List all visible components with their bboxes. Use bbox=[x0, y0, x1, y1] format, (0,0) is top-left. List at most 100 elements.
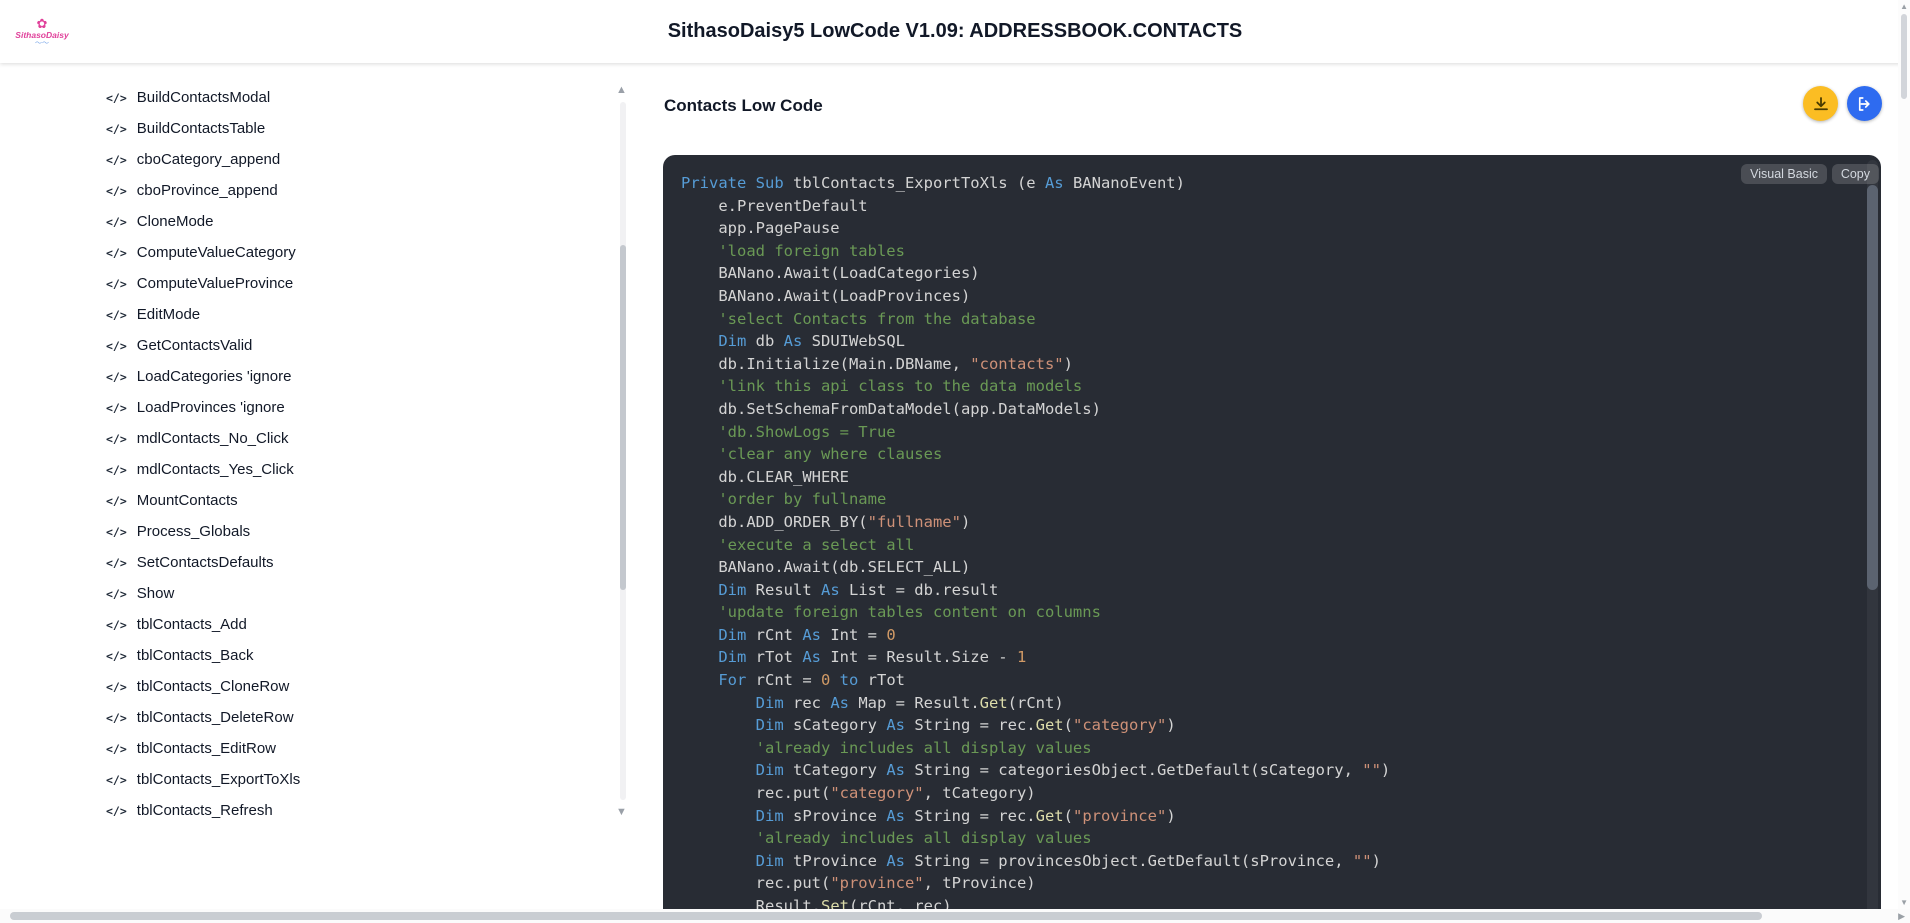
code-content: Private Sub tblContacts_ExportToXls (e A… bbox=[681, 172, 1390, 918]
code-line: db.ADD_ORDER_BY("fullname") bbox=[681, 512, 971, 531]
sidebar-item[interactable]: </> tblContacts_Add bbox=[100, 609, 560, 640]
download-button[interactable] bbox=[1803, 86, 1838, 121]
sidebar-item-label: GetContactsValid bbox=[136, 337, 253, 354]
code-line: Dim sProvince As String = rec.Get("provi… bbox=[755, 806, 1176, 825]
sidebar-item[interactable]: </> BuildContactsTable bbox=[100, 113, 560, 144]
code-line: Dim tProvince As String = provincesObjec… bbox=[755, 851, 1381, 870]
code-line: app.PagePause bbox=[681, 219, 840, 238]
code-icon: </> bbox=[106, 431, 127, 446]
code-line: 'order by fullname bbox=[681, 490, 887, 509]
vertical-scrollbar[interactable]: ▲ ▼ bbox=[1898, 0, 1910, 909]
sidebar-item[interactable]: </> LoadProvinces 'ignore bbox=[100, 392, 560, 423]
code-icon: </> bbox=[106, 555, 127, 570]
sidebar-item-label: tblContacts_DeleteRow bbox=[136, 709, 294, 726]
code-line: Dim rTot As Int = Result.Size - 1 bbox=[718, 648, 1027, 667]
code-line: 'load foreign tables bbox=[681, 241, 905, 260]
code-icon: </> bbox=[106, 400, 127, 415]
sidebar-item[interactable]: </> LoadCategories 'ignore bbox=[100, 361, 560, 392]
code-line: db.Initialize(Main.DBName, "contacts") bbox=[681, 354, 1073, 373]
vertical-scrollbar-thumb[interactable] bbox=[1901, 14, 1907, 99]
code-line: 'execute a select all bbox=[681, 535, 915, 554]
code-icon: </> bbox=[106, 772, 127, 787]
language-badge: Visual Basic bbox=[1741, 164, 1827, 184]
horizontal-scrollbar[interactable]: ▶ bbox=[0, 909, 1910, 923]
section-title: Contacts Low Code bbox=[664, 96, 823, 115]
sidebar-list: </> BuildContactsModal </> BuildContactsTab… bbox=[100, 82, 560, 826]
sidebar-scroll-up-icon[interactable]: ▲ bbox=[616, 84, 627, 96]
sidebar-item-label: mdlContacts_No_Click bbox=[136, 430, 289, 447]
sidebar-item-label: tblContacts_CloneRow bbox=[136, 678, 290, 695]
sidebar-item[interactable]: </> GetContactsValid bbox=[100, 330, 560, 361]
scroll-right-icon[interactable]: ▶ bbox=[1898, 911, 1905, 922]
scroll-down-icon[interactable]: ▼ bbox=[1900, 898, 1908, 907]
code-line: Private Sub tblContacts_ExportToXls (e A… bbox=[681, 174, 1185, 192]
sidebar-item[interactable]: </> Process_Globals bbox=[100, 516, 560, 547]
sidebar-item[interactable]: </> ComputeValueCategory bbox=[100, 237, 560, 268]
sidebar-item-label: Process_Globals bbox=[136, 523, 251, 540]
sidebar-item-label: tblContacts_EditRow bbox=[136, 740, 277, 757]
sidebar-scrollbar-thumb[interactable] bbox=[620, 245, 626, 590]
sidebar-item[interactable]: </> MountContacts bbox=[100, 485, 560, 516]
sidebar-item-label: MountContacts bbox=[136, 492, 238, 509]
code-icon: </> bbox=[106, 462, 127, 477]
sidebar-item-label: cboProvince_append bbox=[136, 182, 278, 199]
sidebar-item[interactable]: </> tblContacts_DeleteRow bbox=[100, 702, 560, 733]
sidebar-item-label: mdlContacts_Yes_Click bbox=[136, 461, 294, 478]
sidebar-item[interactable]: </> BuildContactsModal bbox=[100, 82, 560, 113]
sidebar-item[interactable]: </> CloneMode bbox=[100, 206, 560, 237]
code-icon: </> bbox=[106, 803, 127, 818]
sidebar-item-label: LoadCategories 'ignore bbox=[136, 368, 292, 385]
code-scrollbar-thumb[interactable] bbox=[1867, 185, 1878, 590]
code-line: 'link this api class to the data models bbox=[681, 377, 1083, 396]
sidebar-item-label: EditMode bbox=[136, 306, 201, 323]
code-line: For rCnt = 0 to rTot bbox=[718, 671, 906, 690]
code-icon: </> bbox=[106, 648, 127, 663]
sidebar-item[interactable]: </> mdlContacts_No_Click bbox=[100, 423, 560, 454]
sidebar-item[interactable]: </> tblContacts_Refresh bbox=[100, 795, 560, 826]
sidebar-item[interactable]: </> cboProvince_append bbox=[100, 175, 560, 206]
code-line: 'already includes all display values bbox=[681, 829, 1092, 848]
scroll-up-icon[interactable]: ▲ bbox=[1900, 2, 1908, 11]
code-icon: </> bbox=[106, 369, 127, 384]
sidebar-item[interactable]: </> tblContacts_EditRow bbox=[100, 733, 560, 764]
code-line: 'clear any where clauses bbox=[681, 445, 943, 464]
sidebar-item-label: cboCategory_append bbox=[136, 151, 281, 168]
sidebar-item-label: tblContacts_Add bbox=[136, 616, 247, 633]
code-icon: </> bbox=[106, 152, 127, 167]
code-line: BANano.Await(db.SELECT_ALL) bbox=[681, 558, 971, 577]
logout-button[interactable] bbox=[1847, 86, 1882, 121]
code-line: 'select Contacts from the database bbox=[681, 309, 1036, 328]
sidebar-item-label: CloneMode bbox=[136, 213, 214, 230]
code-icon: </> bbox=[106, 245, 127, 260]
sidebar-item-label: LoadProvinces 'ignore bbox=[136, 399, 285, 416]
sidebar-item[interactable]: </> ComputeValueProvince bbox=[100, 268, 560, 299]
code-line: 'already includes all display values bbox=[681, 738, 1092, 757]
code-line: Dim rCnt As Int = 0 bbox=[718, 625, 896, 644]
code-icon: </> bbox=[106, 586, 127, 601]
code-icon: </> bbox=[106, 121, 127, 136]
sidebar-item[interactable]: </> tblContacts_CloneRow bbox=[100, 671, 560, 702]
sidebar-item[interactable]: </> tblContacts_Back bbox=[100, 640, 560, 671]
code-icon: </> bbox=[106, 276, 127, 291]
sidebar-item-label: tblContacts_Refresh bbox=[136, 802, 273, 819]
sidebar-item[interactable]: </> tblContacts_ExportToXls bbox=[100, 764, 560, 795]
horizontal-scrollbar-thumb[interactable] bbox=[10, 912, 1762, 920]
sidebar-item-label: BuildContactsTable bbox=[136, 120, 266, 137]
code-icon: </> bbox=[106, 90, 127, 105]
sidebar-scroll-down-icon[interactable]: ▼ bbox=[616, 806, 627, 818]
code-line: e.PreventDefault bbox=[681, 196, 868, 215]
sidebar-item[interactable]: </> mdlContacts_Yes_Click bbox=[100, 454, 560, 485]
code-line: db.CLEAR_WHERE bbox=[681, 467, 849, 486]
code-icon: </> bbox=[106, 617, 127, 632]
sidebar-item[interactable]: </> EditMode bbox=[100, 299, 560, 330]
code-line: Dim rec As Map = Result.Get(rCnt) bbox=[755, 693, 1064, 712]
sidebar-item[interactable]: </> SetContactsDefaults bbox=[100, 547, 560, 578]
sidebar-item-label: BuildContactsModal bbox=[136, 89, 271, 106]
sidebar-item-label: Show bbox=[136, 585, 175, 602]
code-line: BANano.Await(LoadProvinces) bbox=[681, 286, 971, 305]
code-icon: </> bbox=[106, 679, 127, 694]
sidebar-item[interactable]: </> Show bbox=[100, 578, 560, 609]
sidebar-item[interactable]: </> cboCategory_append bbox=[100, 144, 560, 175]
code-line: db.SetSchemaFromDataModel(app.DataModels… bbox=[681, 399, 1101, 418]
sidebar-item-label: tblContacts_Back bbox=[136, 647, 254, 664]
